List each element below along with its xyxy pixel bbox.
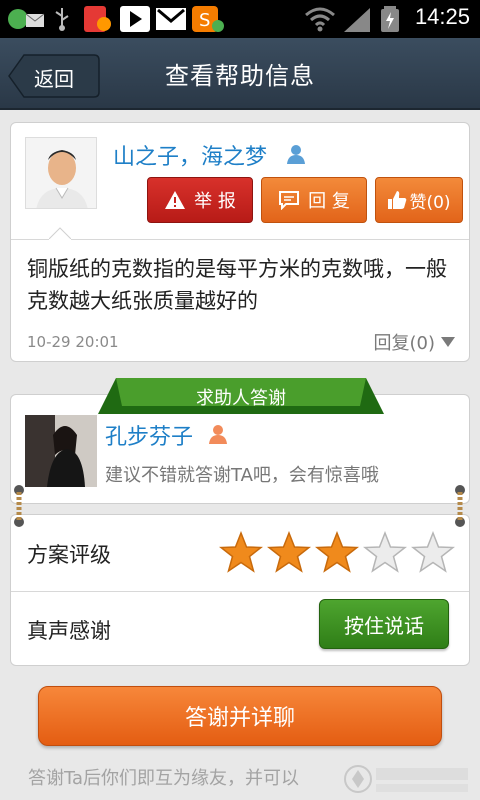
gmail-icon [156,8,186,30]
post-timestamp: 10-29 20:01 [27,333,119,351]
rating-card: 方案评级 真声感谢 按住说话 [10,514,470,666]
chevron-down-icon [441,337,455,347]
sogou-icon: S [192,6,224,32]
helper-name[interactable]: 孔步芬子 [105,419,193,451]
status-time: 14:25 [414,4,470,29]
rating-label: 方案评级 [27,543,111,567]
helper-portrait-icon [25,415,97,487]
avatar[interactable] [25,137,97,209]
report-button[interactable]: 举 报 [147,177,253,223]
page-title: 查看帮助信息 [165,62,315,90]
star-4-icon[interactable] [363,531,407,575]
status-bar: S 14:25 [0,0,480,38]
reply-count-label: 回复(0) [373,333,436,354]
answer-content: 铜版纸的克数指的是每平方米的克数哦，一般克数越大纸张质量越好的 [27,257,447,313]
like-button[interactable]: 赞(0) [375,177,463,223]
star-rating[interactable] [219,531,455,575]
footer-note: 答谢Ta后你们即互为缘友，并可以 [28,768,300,789]
rope-right-decoration [455,485,465,527]
star-3-icon[interactable] [315,531,359,575]
thumbs-up-icon [388,191,407,209]
author-name[interactable]: 山之子，海之梦 [113,139,267,171]
report-button-label: 举 报 [194,191,236,212]
female-user-icon [209,425,227,444]
wifi-icon [305,7,335,32]
avatar-portrait-icon [26,138,96,208]
helper-avatar[interactable] [25,415,97,487]
reply-count-toggle[interactable]: 回复(0) [373,329,455,355]
app-alert-icon [84,6,111,32]
like-button-label: 赞(0) [409,192,451,213]
divider [11,239,469,240]
rope-left-decoration [14,485,24,527]
usb-icon [55,8,69,31]
reply-button[interactable]: 回 复 [261,177,367,223]
star-1-icon[interactable] [219,531,263,575]
voice-label: 真声感谢 [27,619,111,643]
warning-icon [165,191,186,209]
male-user-icon [287,145,305,164]
hold-to-talk-button[interactable]: 按住说话 [319,599,449,649]
thank-and-chat-button[interactable]: 答谢并详聊 [38,686,442,746]
star-2-icon[interactable] [267,531,311,575]
battery-icon [381,6,399,32]
app-notification-icon [8,9,45,29]
signal-icon [344,8,370,32]
play-store-icon [120,6,150,32]
thanks-banner: 求助人答谢 [98,376,384,416]
speech-notch [49,227,71,240]
answer-card: 山之子，海之梦 举 报 回 复 赞(0) 铜版纸的克数指的是每平方米的克数哦，一… [10,122,470,362]
title-bar: 返回 查看帮助信息 [0,38,480,110]
watermark-logo [344,765,468,793]
svg-text:S: S [199,10,210,31]
thanks-hint: 建议不错就答谢TA吧，会有惊喜哦 [105,465,379,486]
divider [11,591,469,592]
thanks-banner-label: 求助人答谢 [196,388,286,409]
comment-icon [279,191,300,210]
reply-button-label: 回 复 [308,191,350,212]
star-5-icon[interactable] [411,531,455,575]
